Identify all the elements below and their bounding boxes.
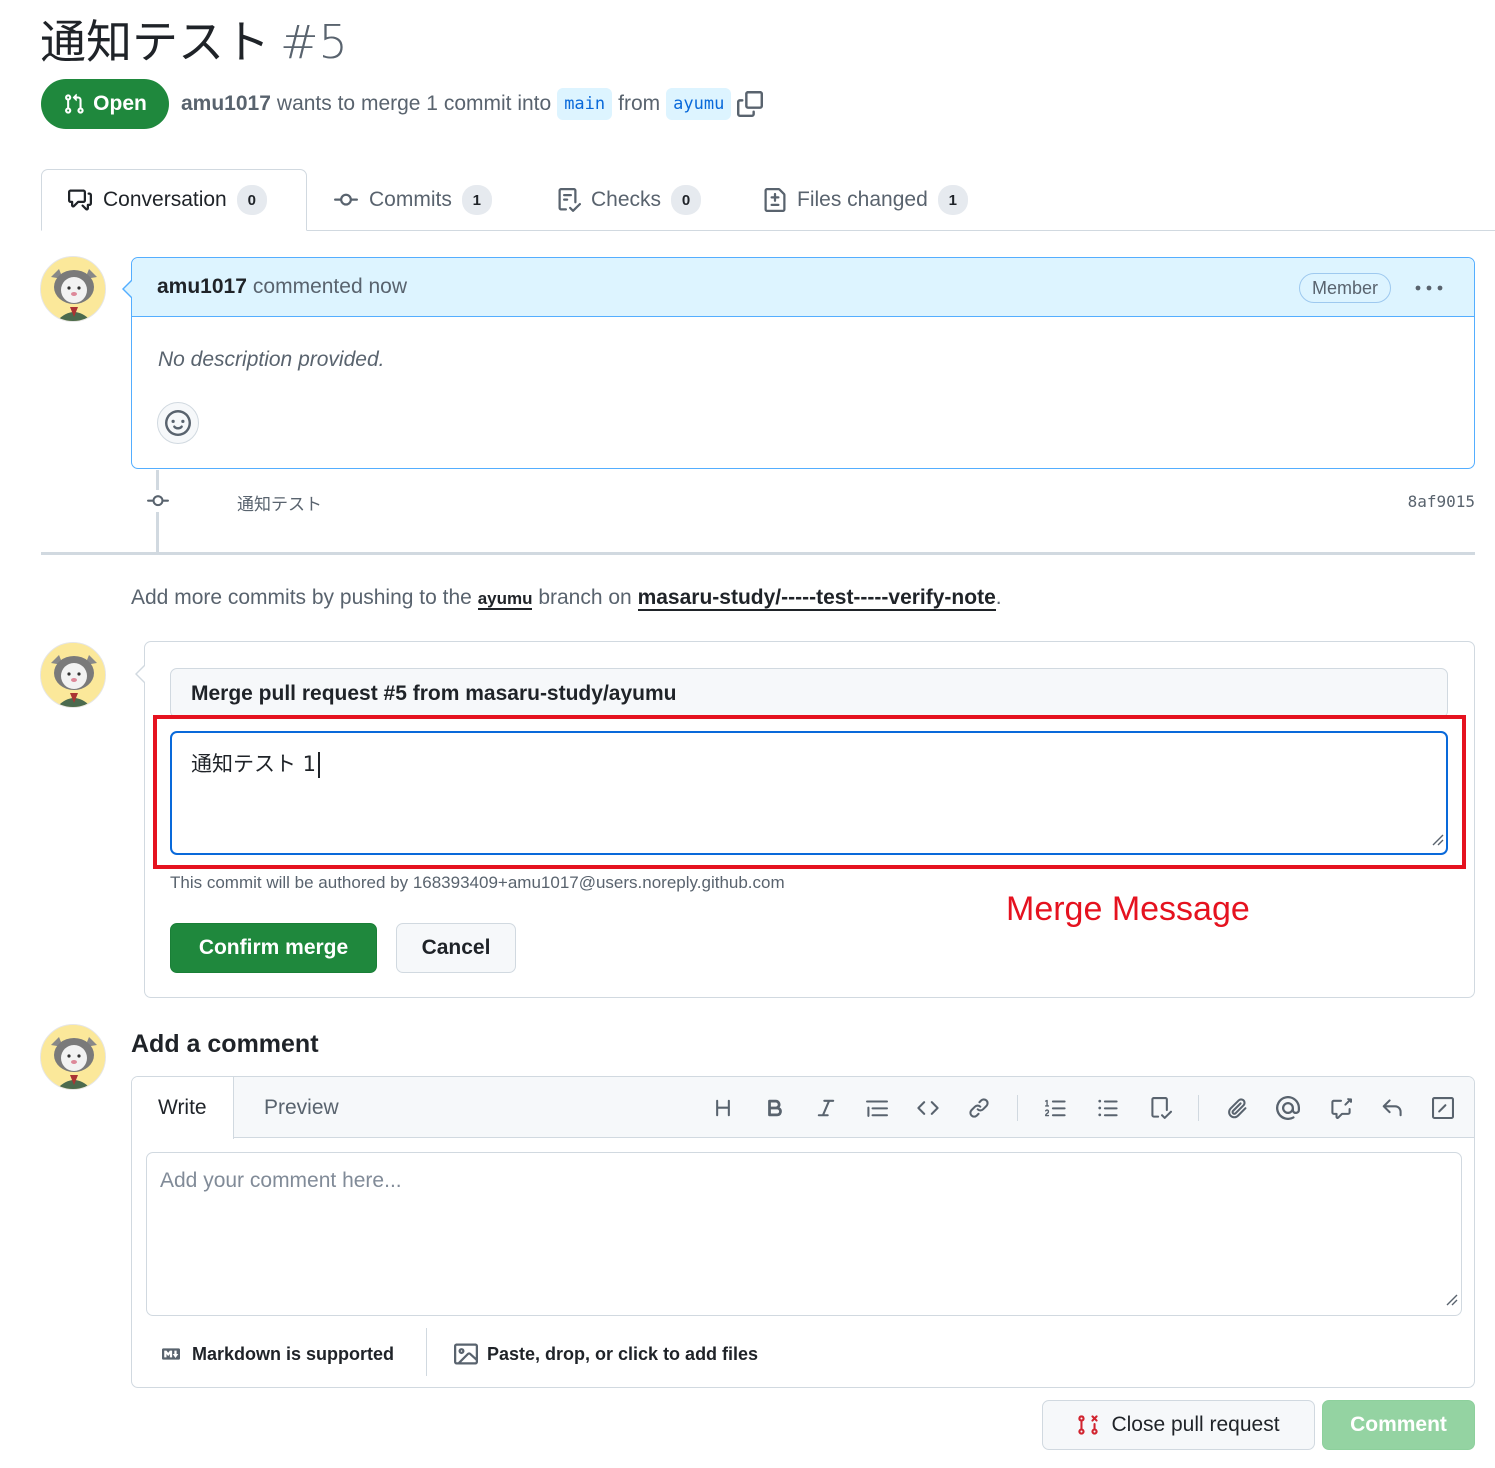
merge-title-input[interactable]: Merge pull request #5 from masaru-study/…: [170, 668, 1448, 718]
tab-commits[interactable]: Commits 1: [333, 169, 492, 231]
markdown-note: Markdown is supported: [192, 1343, 395, 1364]
tab-counter: 0: [671, 185, 702, 215]
commit-message-link[interactable]: 通知テスト: [237, 490, 322, 515]
pr-title-text: 通知テスト: [40, 15, 270, 69]
image-icon: [453, 1342, 479, 1366]
comment-discussion-icon: [67, 188, 93, 212]
comment-editor: Write Preview Add your comment here... M…: [131, 1076, 1475, 1388]
hint-text: branch on: [538, 586, 632, 609]
mention-icon[interactable]: [1271, 1091, 1305, 1125]
comment-byline: amu1017 commented now: [157, 275, 407, 299]
tab-counter: 0: [236, 185, 267, 215]
tab-label: Checks: [591, 188, 662, 211]
pr-meta: amu1017 wants to merge 1 commit into mai…: [181, 86, 764, 122]
copy-icon[interactable]: [737, 91, 764, 117]
git-pull-request-closed-icon: [1077, 1413, 1099, 1437]
hint-text: .: [995, 586, 1002, 609]
role-badge: Member: [1299, 273, 1392, 303]
tab-write[interactable]: Write: [132, 1077, 234, 1139]
pr-author-link[interactable]: amu1017: [181, 92, 271, 116]
pr-title: 通知テスト #5: [40, 6, 348, 72]
merge-text: wants to merge 1 commit into: [276, 92, 552, 115]
annotation-label: Merge Message: [1006, 890, 1250, 928]
avatar[interactable]: [40, 256, 106, 322]
hint-branch[interactable]: ayumu: [477, 589, 533, 610]
italic-icon[interactable]: [809, 1091, 843, 1125]
tab-conversation[interactable]: Conversation 0: [41, 169, 307, 231]
tab-label: Files changed: [797, 188, 928, 211]
comment-body: No description provided.: [158, 348, 385, 371]
markdown-support-link[interactable]: Markdown is supported: [158, 1339, 394, 1369]
cancel-button[interactable]: Cancel: [396, 923, 516, 973]
toolbar-separator: [1198, 1095, 1199, 1121]
push-hint: Add more commits by pushing to the ayumu…: [131, 586, 1002, 611]
pr-state-label: Open: [93, 92, 147, 115]
comment-button[interactable]: Comment: [1322, 1400, 1475, 1450]
comment-header: amu1017 commented now Member: [132, 258, 1474, 317]
tab-checks[interactable]: Checks 0: [557, 169, 702, 231]
commit-author-note: This commit will be authored by 16839340…: [170, 873, 785, 892]
comment-pointer-fill: [124, 280, 133, 298]
comment-textarea[interactable]: Add your comment here...: [146, 1152, 1462, 1316]
commit-sha-link[interactable]: 8af9015: [1380, 492, 1475, 511]
git-pull-request-icon: [63, 92, 85, 116]
tab-preview[interactable]: Preview: [238, 1077, 365, 1139]
base-branch[interactable]: main: [557, 88, 613, 120]
annotation-highlight-box: [153, 715, 1466, 869]
footer-separator: [426, 1328, 427, 1376]
unordered-list-icon[interactable]: [1091, 1091, 1125, 1125]
smiley-icon: [165, 410, 191, 436]
reply-icon[interactable]: [1375, 1091, 1409, 1125]
comment-time[interactable]: commented now: [253, 275, 407, 298]
files-note: Paste, drop, or click to add files: [487, 1343, 759, 1364]
pr-description-comment: amu1017 commented now Member No descripti…: [131, 257, 1475, 469]
task-list-icon[interactable]: [1144, 1091, 1178, 1125]
pr-state-badge: Open: [41, 79, 169, 129]
tab-counter: 1: [461, 185, 492, 215]
link-icon[interactable]: [962, 1091, 996, 1125]
git-commit-icon: [333, 188, 359, 212]
hint-text: Add more commits by pushing to the: [131, 586, 472, 609]
ordered-list-icon[interactable]: [1039, 1091, 1073, 1125]
heading-icon[interactable]: [706, 1091, 740, 1125]
resize-handle-icon[interactable]: [1442, 1288, 1458, 1312]
slash-command-icon[interactable]: [1426, 1091, 1460, 1125]
code-icon[interactable]: [911, 1091, 945, 1125]
cross-reference-icon[interactable]: [1324, 1091, 1358, 1125]
avatar[interactable]: [40, 642, 106, 708]
bold-icon[interactable]: [758, 1091, 792, 1125]
close-pull-request-button[interactable]: Close pull request: [1042, 1400, 1315, 1450]
quote-icon[interactable]: [860, 1091, 894, 1125]
checklist-icon: [557, 187, 581, 213]
file-diff-icon: [763, 187, 787, 213]
head-branch[interactable]: ayumu: [666, 88, 732, 120]
close-pr-label: Close pull request: [1111, 1413, 1280, 1436]
toolbar-separator: [1017, 1095, 1018, 1121]
tab-label: Commits: [369, 188, 452, 211]
comment-placeholder: Add your comment here...: [160, 1169, 402, 1192]
pr-number: #5: [280, 15, 348, 69]
add-reaction-button[interactable]: [157, 402, 199, 444]
timeline-divider: [41, 552, 1475, 555]
attach-icon[interactable]: [1220, 1091, 1254, 1125]
tab-counter: 1: [937, 185, 968, 215]
add-files-button[interactable]: Paste, drop, or click to add files: [453, 1339, 758, 1369]
from-text: from: [618, 92, 661, 115]
avatar[interactable]: [40, 1024, 106, 1090]
comment-author[interactable]: amu1017: [157, 275, 247, 298]
confirm-merge-button[interactable]: Confirm merge: [170, 923, 377, 973]
kebab-menu-icon[interactable]: [1413, 272, 1445, 304]
hint-repo-link[interactable]: masaru-study/-----test-----verify-note: [637, 586, 996, 611]
git-commit-icon: [144, 490, 172, 512]
tab-label: Conversation: [103, 188, 227, 211]
markdown-icon: [158, 1345, 184, 1363]
add-comment-heading: Add a comment: [131, 1030, 319, 1058]
tab-files-changed[interactable]: Files changed 1: [763, 169, 968, 231]
merge-box-pointer-fill: [137, 665, 146, 683]
